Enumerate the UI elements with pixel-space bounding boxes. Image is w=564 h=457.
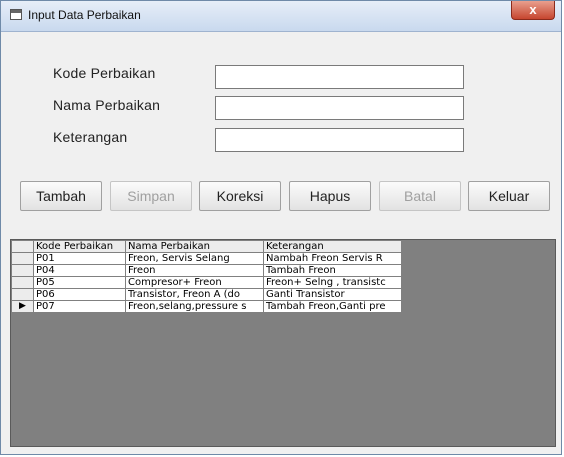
app-window: Input Data Perbaikan x Kode Perbaikan Na… (0, 0, 562, 455)
hapus-button[interactable]: Hapus (289, 181, 371, 211)
nama-perbaikan-input[interactable] (215, 96, 464, 120)
window-icon (10, 9, 22, 20)
cell-kode[interactable]: P07 (33, 300, 126, 313)
cell-keterangan[interactable]: Tambah Freon (263, 264, 402, 277)
grid-header-row: Kode Perbaikan Nama Perbaikan Keterangan (11, 240, 402, 253)
koreksi-button[interactable]: Koreksi (199, 181, 281, 211)
cell-keterangan[interactable]: Nambah Freon Servis R (263, 252, 402, 265)
keluar-button[interactable]: Keluar (468, 181, 550, 211)
grid-table: Kode Perbaikan Nama Perbaikan Keterangan… (11, 240, 402, 313)
table-row[interactable]: ▶ P07 Freon,selang,pressure s Tambah Fre… (11, 300, 402, 313)
kode-perbaikan-label: Kode Perbaikan (53, 65, 156, 81)
column-header-keterangan[interactable]: Keterangan (263, 240, 402, 253)
cell-nama[interactable]: Transistor, Freon A (do (125, 288, 264, 301)
current-row-indicator-icon[interactable]: ▶ (11, 300, 34, 313)
table-row[interactable]: P01 Freon, Servis Selang Nambah Freon Se… (11, 252, 402, 265)
window-title: Input Data Perbaikan (28, 8, 141, 22)
row-selector-header (11, 240, 34, 253)
cell-keterangan[interactable]: Ganti Transistor (263, 288, 402, 301)
cell-kode[interactable]: P06 (33, 288, 126, 301)
cell-nama[interactable]: Freon, Servis Selang (125, 252, 264, 265)
table-row[interactable]: P04 Freon Tambah Freon (11, 264, 402, 277)
nama-perbaikan-label: Nama Perbaikan (53, 97, 161, 113)
data-grid[interactable]: Kode Perbaikan Nama Perbaikan Keterangan… (10, 239, 556, 447)
cell-nama[interactable]: Freon,selang,pressure s (125, 300, 264, 313)
table-row[interactable]: P06 Transistor, Freon A (do Ganti Transi… (11, 288, 402, 301)
row-selector[interactable] (11, 288, 34, 301)
cell-keterangan[interactable]: Freon+ Selng , transistc (263, 276, 402, 289)
row-selector[interactable] (11, 276, 34, 289)
tambah-button[interactable]: Tambah (20, 181, 102, 211)
close-button[interactable]: x (511, 1, 555, 20)
kode-perbaikan-input[interactable] (215, 65, 464, 89)
batal-button[interactable]: Batal (379, 181, 461, 211)
simpan-button[interactable]: Simpan (110, 181, 192, 211)
cell-nama[interactable]: Freon (125, 264, 264, 277)
keterangan-label: Keterangan (53, 129, 128, 145)
title-bar: Input Data Perbaikan x (1, 1, 561, 32)
column-header-kode[interactable]: Kode Perbaikan (33, 240, 126, 253)
cell-kode[interactable]: P01 (33, 252, 126, 265)
table-row[interactable]: P05 Compresor+ Freon Freon+ Selng , tran… (11, 276, 402, 289)
row-selector[interactable] (11, 252, 34, 265)
cell-keterangan[interactable]: Tambah Freon,Ganti pre (263, 300, 402, 313)
cell-kode[interactable]: P04 (33, 264, 126, 277)
cell-kode[interactable]: P05 (33, 276, 126, 289)
column-header-nama[interactable]: Nama Perbaikan (125, 240, 264, 253)
keterangan-input[interactable] (215, 128, 464, 152)
row-selector[interactable] (11, 264, 34, 277)
cell-nama[interactable]: Compresor+ Freon (125, 276, 264, 289)
